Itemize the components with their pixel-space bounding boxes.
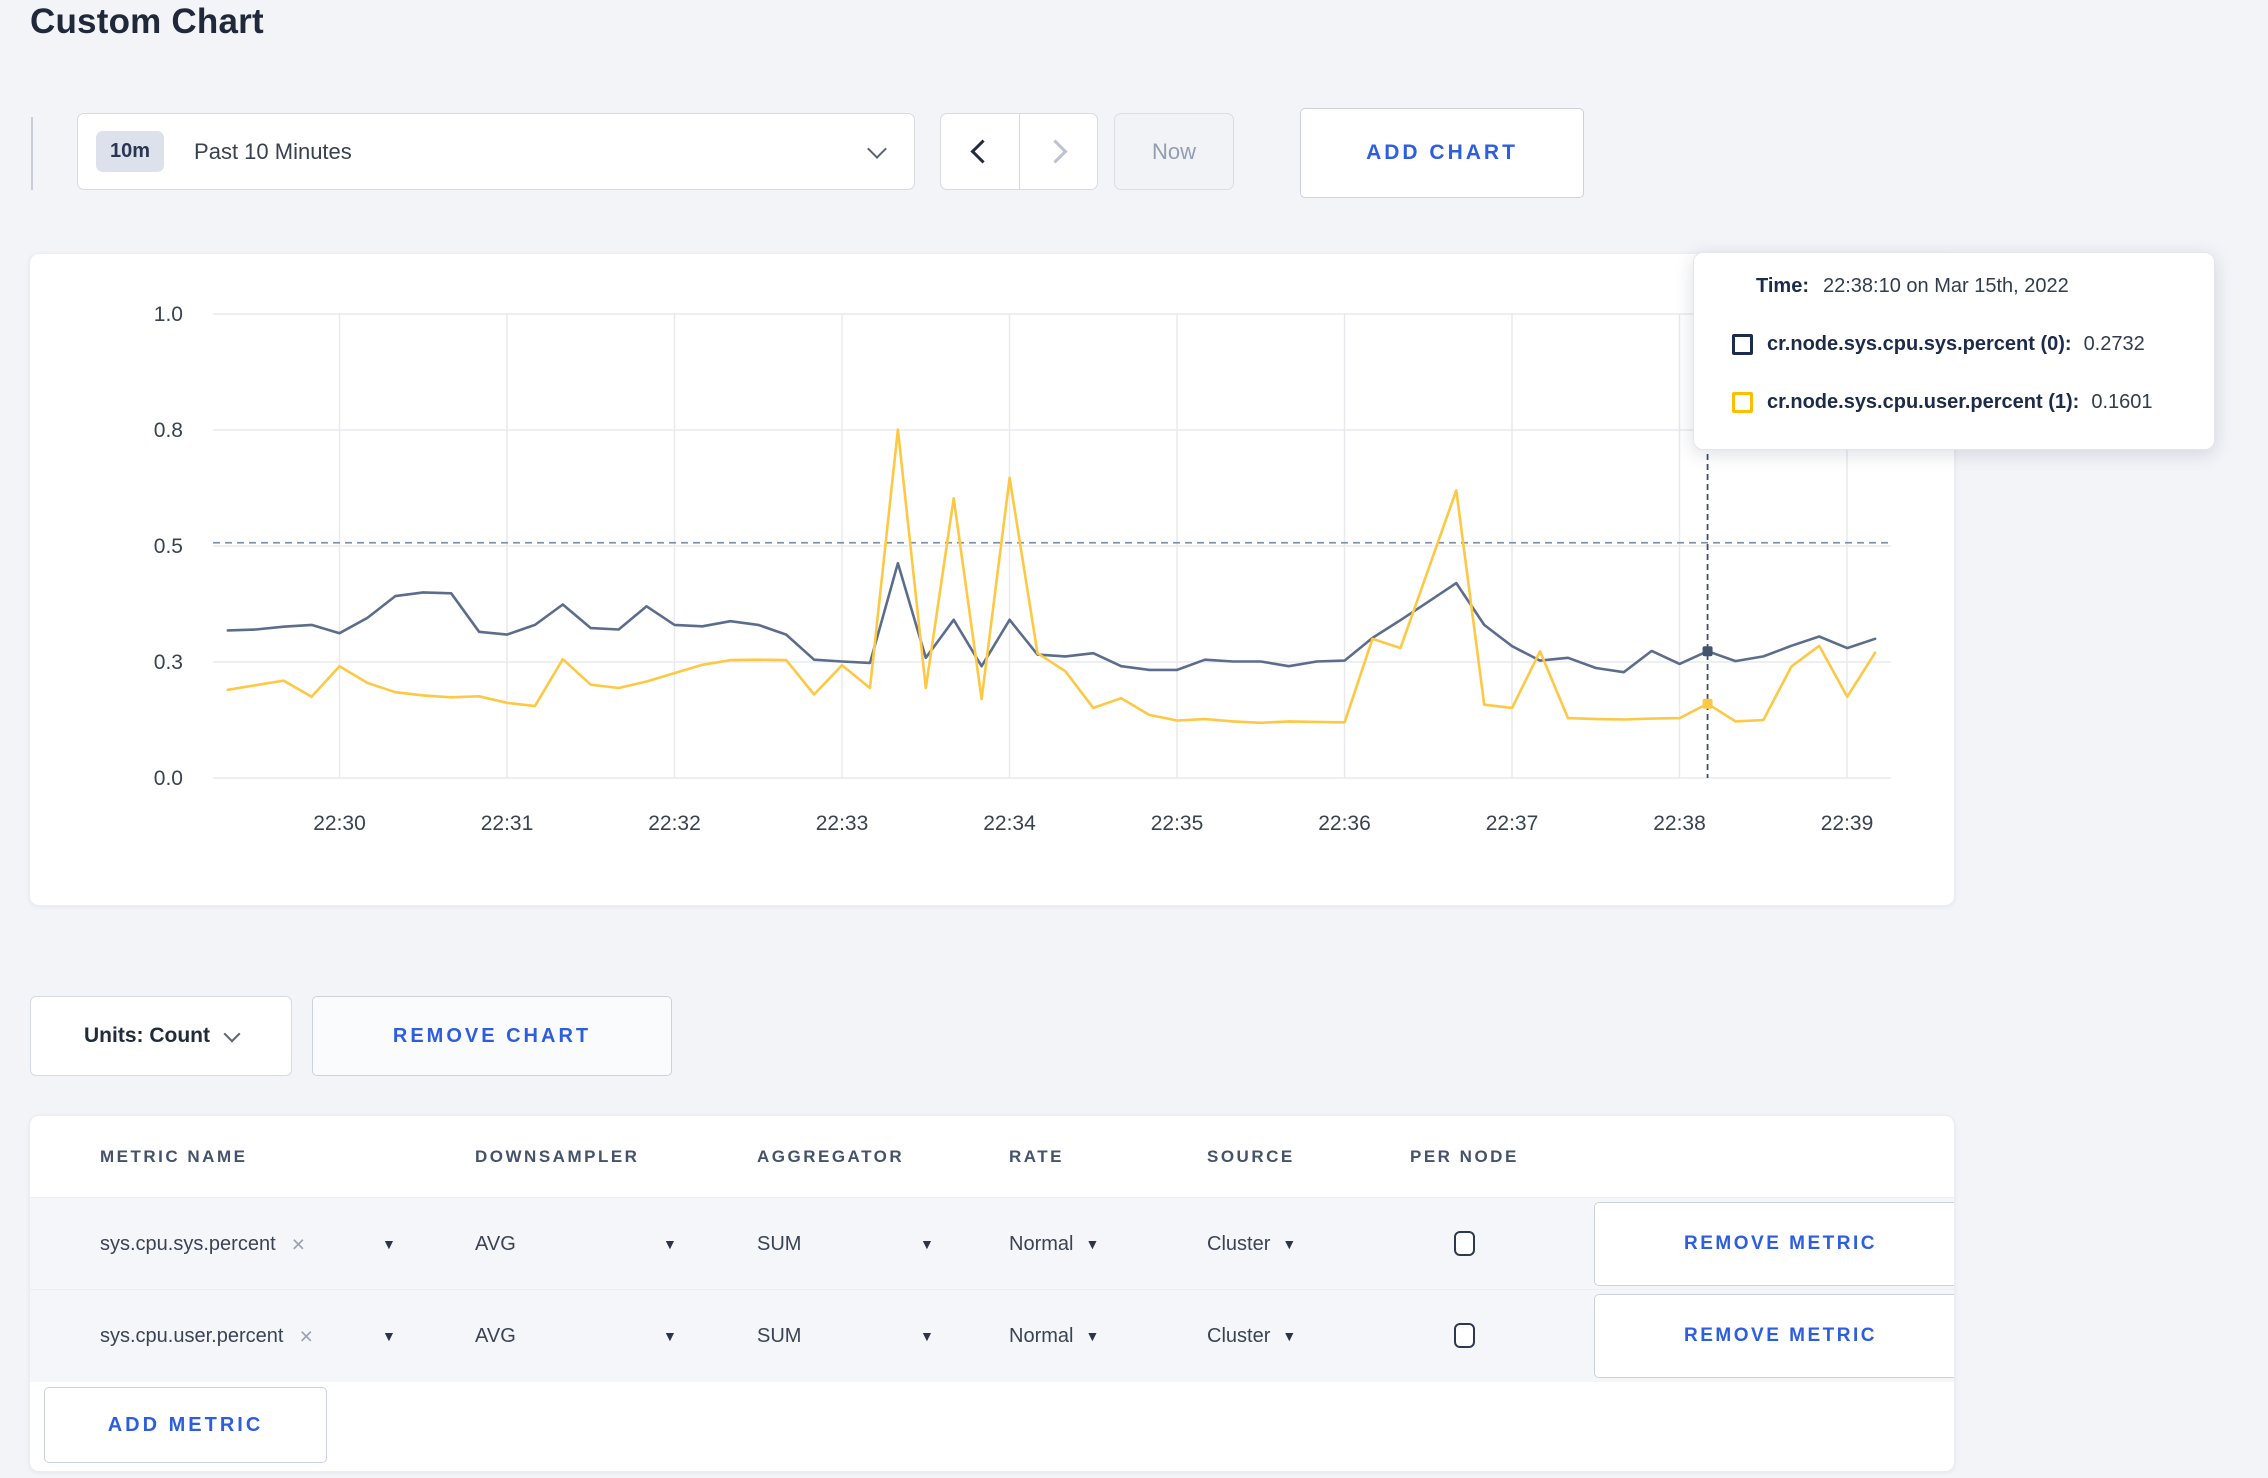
metric-row: sys.cpu.sys.percent × ▼ AVG ▼ SUM ▼ Norm… [30, 1197, 1954, 1290]
chevron-down-icon [223, 1025, 241, 1043]
rate-caret-icon: ▼ [1085, 1236, 1100, 1252]
remove-chart-button[interactable]: REMOVE CHART [312, 996, 672, 1076]
add-chart-button[interactable]: ADD CHART [1300, 108, 1584, 198]
units-dropdown[interactable]: Units: Count [30, 996, 292, 1076]
source-caret-icon: ▼ [1282, 1236, 1297, 1252]
aggregator-caret-icon[interactable]: ▼ [920, 1198, 934, 1290]
svg-text:22:30: 22:30 [313, 812, 366, 835]
clear-metric-icon[interactable]: × [299, 1323, 312, 1350]
aggregator-select[interactable]: SUM [757, 1290, 801, 1382]
clear-metric-icon[interactable]: × [292, 1231, 305, 1258]
tooltip-series-label: cr.node.sys.cpu.sys.percent (0): [1767, 333, 2072, 355]
downsampler-select[interactable]: AVG [475, 1290, 516, 1382]
metrics-table: METRIC NAME DOWNSAMPLER AGGREGATOR RATE … [29, 1115, 1955, 1472]
cpu-line-chart[interactable]: 0.0 0.3 0.5 0.8 1.0 22:30 22:31 22:32 22:33 22:34… [30, 254, 1954, 905]
remove-metric-button[interactable]: REMOVE METRIC [1594, 1294, 1954, 1378]
downsampler-caret-icon[interactable]: ▼ [663, 1198, 677, 1290]
svg-text:22:39: 22:39 [1821, 812, 1874, 835]
rate-select[interactable]: Normal ▼ [1009, 1198, 1099, 1290]
chart-card: 0.0 0.3 0.5 0.8 1.0 22:30 22:31 22:32 22:33 22:34… [29, 253, 1955, 906]
col-header-metric-name: METRIC NAME [100, 1147, 248, 1166]
svg-text:22:35: 22:35 [1151, 812, 1204, 835]
svg-text:0.3: 0.3 [154, 651, 183, 674]
svg-text:22:38: 22:38 [1653, 812, 1706, 835]
tooltip-series-value: 0.2732 [2083, 333, 2145, 355]
svg-text:22:32: 22:32 [648, 812, 701, 835]
metric-dropdown-caret-icon[interactable]: ▼ [382, 1198, 396, 1290]
tooltip-series-value: 0.1601 [2091, 391, 2153, 413]
svg-text:1.0: 1.0 [154, 303, 183, 326]
rate-select[interactable]: Normal ▼ [1009, 1290, 1099, 1382]
source-select[interactable]: Cluster ▼ [1207, 1290, 1296, 1382]
rate-caret-icon: ▼ [1085, 1328, 1100, 1344]
svg-text:22:34: 22:34 [983, 812, 1036, 835]
svg-text:22:31: 22:31 [481, 812, 534, 835]
chevron-right-icon [1043, 139, 1068, 164]
svg-text:0.0: 0.0 [154, 767, 183, 790]
series-sys-swatch-icon [1732, 334, 1753, 355]
col-header-downsampler: DOWNSAMPLER [475, 1147, 640, 1166]
metric-dropdown-caret-icon[interactable]: ▼ [382, 1290, 396, 1382]
time-window-next-button[interactable] [1018, 114, 1098, 189]
col-header-aggregator: AGGREGATOR [757, 1147, 905, 1166]
chevron-left-icon [970, 139, 995, 164]
now-button[interactable]: Now [1114, 113, 1234, 190]
svg-text:0.5: 0.5 [154, 535, 183, 558]
tooltip-time-value: 22:38:10 on Mar 15th, 2022 [1822, 275, 2069, 297]
remove-metric-button[interactable]: REMOVE METRIC [1594, 1202, 1954, 1286]
svg-text:22:33: 22:33 [816, 812, 869, 835]
downsampler-caret-icon[interactable]: ▼ [663, 1290, 677, 1382]
page-title: Custom Chart [30, 2, 264, 41]
time-range-badge: 10m [96, 131, 165, 172]
time-window-prev-button[interactable] [941, 114, 1019, 189]
tooltip-series-label: cr.node.sys.cpu.user.percent (1): [1767, 391, 2080, 413]
col-header-source: SOURCE [1207, 1147, 1295, 1166]
time-range-label: Past 10 Minutes [194, 138, 352, 164]
add-metric-button[interactable]: ADD METRIC [44, 1387, 327, 1463]
metric-name-select[interactable]: sys.cpu.user.percent × [100, 1290, 313, 1382]
aggregator-caret-icon[interactable]: ▼ [920, 1290, 934, 1382]
series-user-swatch-icon [1732, 392, 1753, 413]
aggregator-select[interactable]: SUM [757, 1198, 801, 1290]
time-range-dropdown[interactable]: 10m Past 10 Minutes [77, 113, 915, 190]
metric-name-select[interactable]: sys.cpu.sys.percent × [100, 1198, 305, 1290]
tooltip-time-label: Time: [1756, 275, 1809, 297]
svg-text:0.8: 0.8 [154, 419, 183, 442]
downsampler-select[interactable]: AVG [475, 1198, 516, 1290]
toolbar-left-divider [31, 117, 33, 190]
source-select[interactable]: Cluster ▼ [1207, 1198, 1296, 1290]
time-window-pager [940, 113, 1098, 190]
source-caret-icon: ▼ [1282, 1328, 1297, 1344]
per-node-checkbox[interactable] [1454, 1323, 1475, 1348]
units-label: Units: Count [84, 1024, 210, 1047]
metric-row: sys.cpu.user.percent × ▼ AVG ▼ SUM ▼ Nor… [30, 1289, 1954, 1382]
col-header-per-node: PER NODE [1410, 1147, 1519, 1166]
chevron-down-icon [867, 138, 887, 159]
svg-text:22:36: 22:36 [1318, 812, 1371, 835]
col-header-rate: RATE [1009, 1147, 1065, 1166]
chart-tooltip: Time: 22:38:10 on Mar 15th, 2022 cr.node… [1693, 252, 2215, 450]
per-node-checkbox[interactable] [1454, 1231, 1475, 1256]
svg-text:22:37: 22:37 [1486, 812, 1539, 835]
